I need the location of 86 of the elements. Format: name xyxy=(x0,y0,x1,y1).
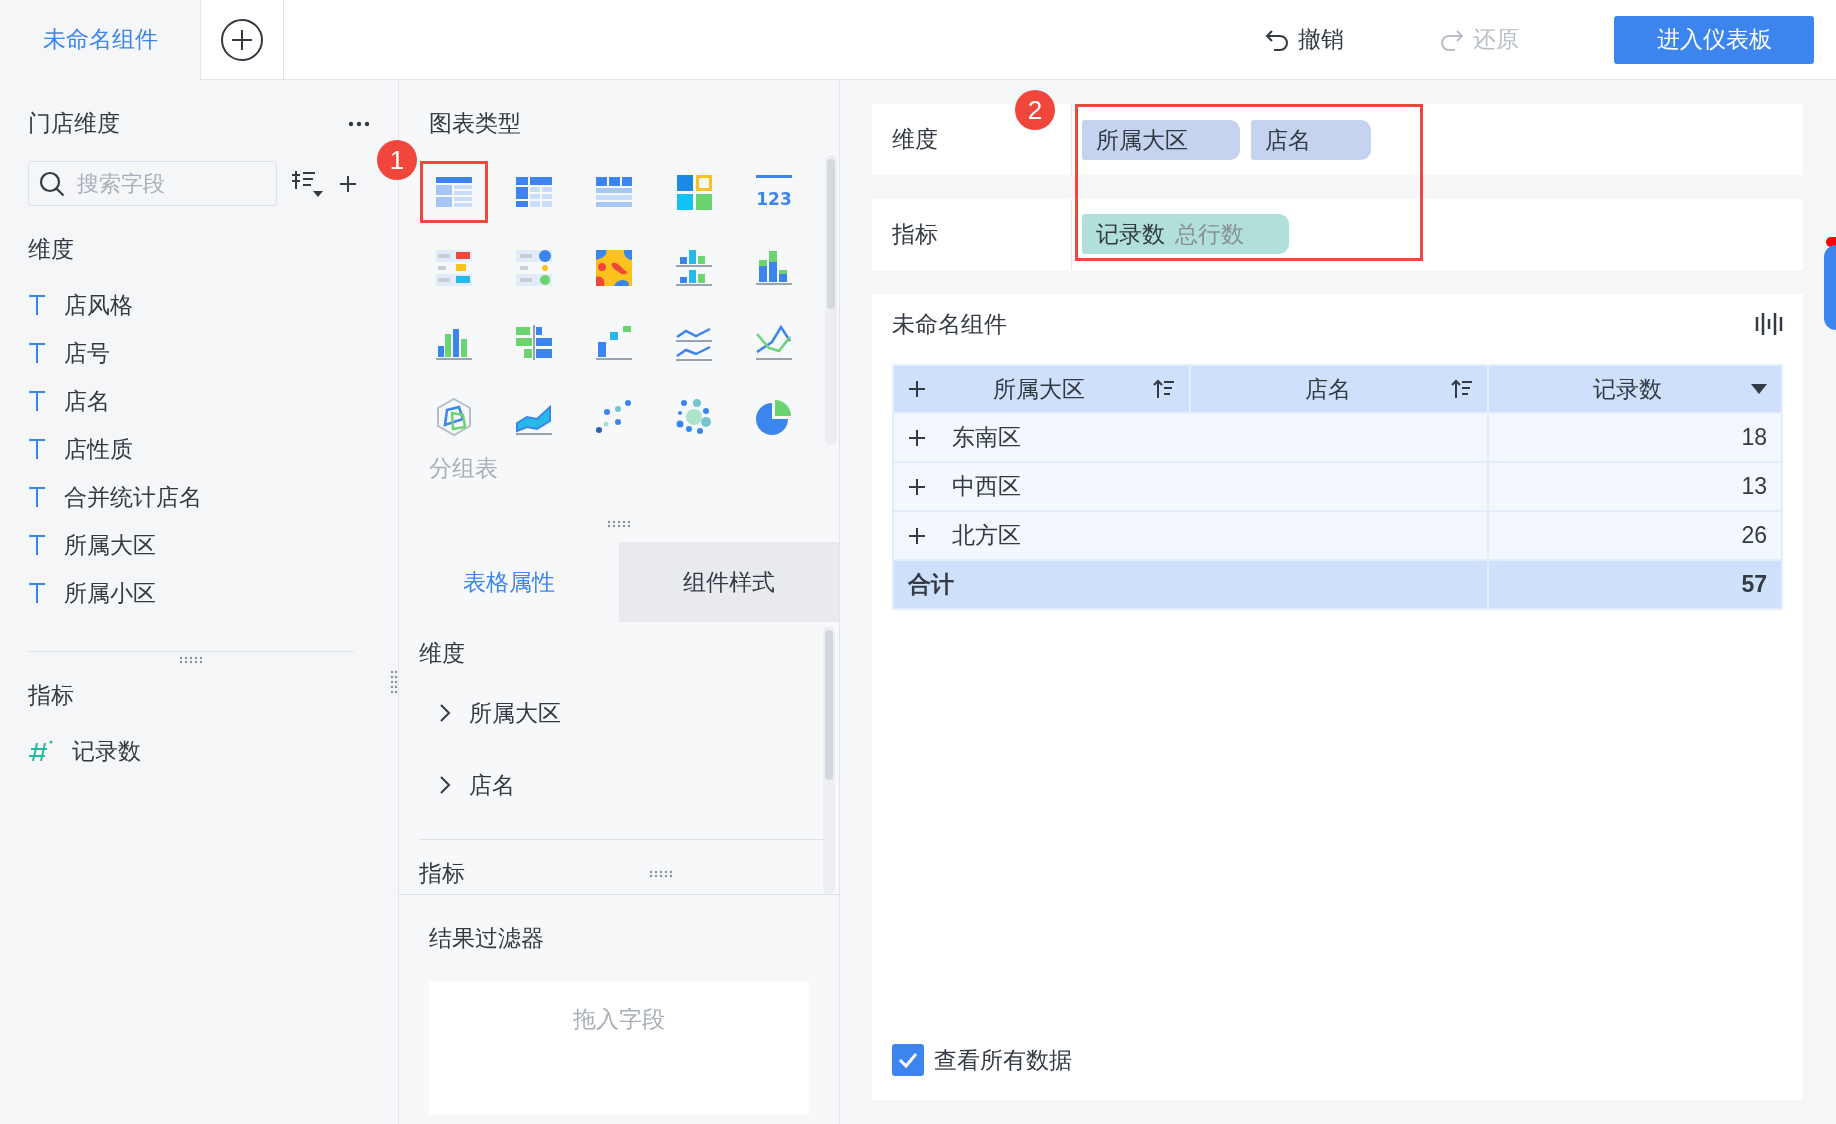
step-badge: 2 xyxy=(1015,90,1055,130)
section-heading: 维度 xyxy=(28,235,75,264)
text-type-icon xyxy=(28,342,46,364)
search-icon xyxy=(39,171,65,197)
caret-icon[interactable] xyxy=(1751,384,1767,394)
section-heading: 结果过滤器 xyxy=(429,924,545,953)
checkbox[interactable] xyxy=(892,1044,924,1076)
sort-icon[interactable] xyxy=(1152,379,1175,399)
checkbox-label: 查看所有数据 xyxy=(934,1045,1072,1075)
section-heading: 指标 xyxy=(419,859,465,888)
step-badge: 1 xyxy=(377,140,417,180)
total-value: 57 xyxy=(1741,571,1767,597)
chevron-icon[interactable] xyxy=(439,775,451,795)
table-cell: 13 xyxy=(1741,473,1767,499)
expand-icon[interactable] xyxy=(908,380,926,398)
dimension-field[interactable]: 合并统计店名 xyxy=(28,473,370,521)
chart-type-label: 分组表 xyxy=(429,454,499,483)
resize-handle[interactable] xyxy=(607,520,631,528)
table-cell: 26 xyxy=(1741,522,1767,548)
dimension-property[interactable]: 店名 xyxy=(419,749,823,821)
total-label: 合计 xyxy=(908,571,954,597)
scrollbar[interactable] xyxy=(825,155,837,445)
undo-icon xyxy=(1264,28,1290,51)
resize-handle[interactable] xyxy=(179,656,203,664)
dimension-field[interactable]: 所属大区 xyxy=(28,521,370,569)
widget-title: 未命名组件 xyxy=(892,309,1007,339)
expand-icon[interactable] xyxy=(908,526,926,545)
redo-icon xyxy=(1439,28,1465,51)
chevron-icon[interactable] xyxy=(439,703,451,723)
resize-handle[interactable] xyxy=(649,869,673,878)
kpi-dot-chart-icon xyxy=(514,247,554,287)
multi-bar-chart-icon xyxy=(674,247,714,287)
section-heading: 指标 xyxy=(28,681,75,710)
text-type-icon xyxy=(28,534,46,556)
scrollbar[interactable] xyxy=(823,626,835,894)
table-cell-text: 中西区 xyxy=(952,472,1021,501)
dimension-field[interactable]: 店性质 xyxy=(28,425,370,473)
search-field[interactable]: 搜索字段 xyxy=(28,161,277,206)
expand-icon[interactable] xyxy=(908,428,926,447)
dimension-pill[interactable]: 店名 xyxy=(1251,120,1371,160)
pie-chart-icon xyxy=(754,397,794,437)
shelf-label: 指标 xyxy=(872,199,1072,270)
section-heading: 维度 xyxy=(419,639,466,668)
notification-dot xyxy=(1826,237,1836,247)
dimension-field[interactable]: 店风格 xyxy=(28,281,370,329)
chart-type-option[interactable] xyxy=(420,161,488,223)
text-type-icon xyxy=(28,486,46,508)
property-tab[interactable]: 组件样式 xyxy=(619,542,839,622)
sort-icon[interactable] xyxy=(1451,379,1474,399)
diverging-bar-chart-icon xyxy=(514,322,554,362)
panel-title: 门店维度 xyxy=(28,109,120,138)
column-header[interactable]: 记录数 xyxy=(1592,373,1662,405)
table-cell-text: 北方区 xyxy=(952,521,1021,550)
dimension-field[interactable]: 店号 xyxy=(28,329,370,377)
undo-button[interactable]: 撤销 xyxy=(1264,24,1344,55)
column-header[interactable]: 店名 xyxy=(1304,373,1351,405)
measure-field[interactable]: 记录数 xyxy=(28,727,370,775)
more-icon[interactable] xyxy=(348,120,370,127)
filter-sort-icon[interactable] xyxy=(291,168,325,199)
bar-code-icon[interactable] xyxy=(1755,313,1783,335)
cross-line-chart-icon xyxy=(754,322,794,362)
side-panel-handle[interactable] xyxy=(1824,245,1836,330)
dimension-pill[interactable]: 所属大区 xyxy=(1082,120,1240,160)
bubble-chart-icon xyxy=(674,397,714,437)
text-type-icon xyxy=(28,390,46,412)
dimension-property[interactable]: 所属大区 xyxy=(419,677,823,749)
enter-dashboard-button[interactable]: 进入仪表板 xyxy=(1614,15,1814,64)
hash-icon xyxy=(28,739,54,763)
checkmark-icon xyxy=(898,1052,918,1068)
dimension-field[interactable]: 店名 xyxy=(28,377,370,425)
heatmap-chart-icon xyxy=(594,247,634,287)
text-type-icon xyxy=(28,582,46,604)
add-field-icon[interactable] xyxy=(339,174,357,193)
text-type-icon xyxy=(28,294,46,316)
radar-chart-icon xyxy=(434,397,474,437)
kpi-text-chart-icon xyxy=(434,247,474,287)
section-heading: 图表类型 xyxy=(429,109,522,138)
table-cell: 18 xyxy=(1741,424,1767,450)
color-block-chart-icon xyxy=(674,172,714,212)
text-type-icon xyxy=(28,438,46,460)
add-icon[interactable] xyxy=(220,17,264,62)
expand-icon[interactable] xyxy=(908,477,926,496)
column-resize-handle[interactable] xyxy=(390,670,398,694)
dimension-field[interactable]: 所属小区 xyxy=(28,569,370,617)
measure-pill[interactable]: 记录数 总行数 xyxy=(1082,214,1289,254)
table-cell-text: 东南区 xyxy=(952,423,1021,452)
